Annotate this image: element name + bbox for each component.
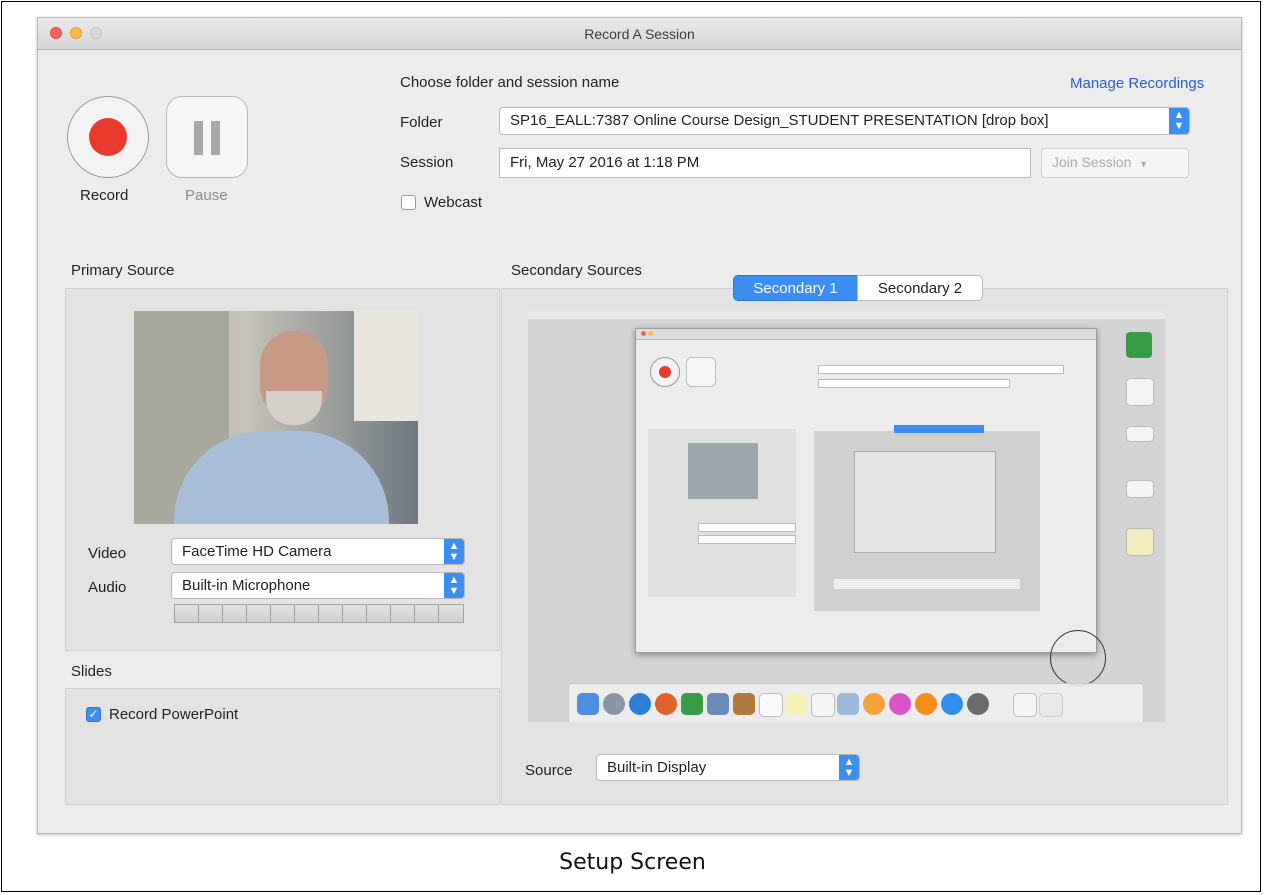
system-preferences-icon: [967, 693, 989, 715]
chevron-down-icon: ▼: [1139, 159, 1149, 169]
itunes-icon: [889, 693, 911, 715]
photos-icon: [863, 693, 885, 715]
reminders-icon: [811, 693, 835, 717]
folder-label: Folder: [400, 114, 443, 131]
session-label: Session: [400, 154, 454, 171]
source-select[interactable]: Built-in Display ▲ ▼: [596, 754, 860, 781]
preview-dock: [568, 683, 1144, 722]
secondary-tabs: Secondary 1 Secondary 2: [733, 275, 983, 301]
preview-menu-bar: [528, 310, 1165, 319]
app-store-icon: [941, 693, 963, 715]
audio-value: Built-in Microphone: [182, 577, 311, 594]
audio-level-meter: [174, 604, 464, 623]
record-powerpoint-label: Record PowerPoint: [109, 706, 239, 723]
audio-select-stepper-icon: ▲ ▼: [444, 573, 464, 598]
preview-icon: [707, 693, 729, 715]
join-session-label: Join Session: [1052, 154, 1132, 170]
session-name-input[interactable]: Fri, May 27 2016 at 1:18 PM: [499, 148, 1031, 178]
safari-icon: [629, 693, 651, 715]
launchpad-icon: [603, 693, 625, 715]
record-icon: [89, 118, 127, 156]
notebook-icon: [733, 693, 755, 715]
video-select-stepper-icon: ▲ ▼: [444, 539, 464, 564]
desktop-file-icon: [1126, 480, 1154, 498]
video-value: FaceTime HD Camera: [182, 543, 332, 560]
notes-icon: [785, 693, 807, 715]
pause-icon: [194, 121, 203, 155]
photo-booth-icon: [837, 693, 859, 715]
source-select-stepper-icon: ▲ ▼: [839, 755, 859, 780]
preview-nested-window: [635, 328, 1097, 653]
choose-folder-heading: Choose folder and session name: [400, 74, 620, 91]
audio-select[interactable]: Built-in Microphone ▲ ▼: [171, 572, 465, 599]
webcast-checkbox[interactable]: [401, 195, 416, 210]
secondary-screen-preview: [528, 310, 1165, 722]
folder-select-stepper-icon: ▲ ▼: [1169, 108, 1189, 134]
pause-button[interactable]: [166, 96, 248, 178]
window-title: Record A Session: [584, 26, 695, 42]
primary-source-heading: Primary Source: [71, 262, 175, 279]
desktop-file-icon: [1126, 378, 1154, 406]
desktop-file-icon: [1126, 528, 1154, 556]
primary-source-panel: Video FaceTime HD Camera ▲ ▼ Audio Built-…: [65, 288, 500, 651]
secondary-sources-heading: Secondary Sources: [511, 262, 642, 279]
tab-secondary-2[interactable]: Secondary 2: [857, 275, 983, 301]
manage-recordings-link[interactable]: Manage Recordings: [1070, 75, 1204, 92]
webcast-label: Webcast: [424, 194, 483, 211]
video-select[interactable]: FaceTime HD Camera ▲ ▼: [171, 538, 465, 565]
folder-value: SP16_EALL:7387 Online Course Design_STUD…: [510, 112, 1049, 129]
tab-secondary-1[interactable]: Secondary 1: [733, 275, 858, 301]
record-button[interactable]: [67, 96, 149, 178]
folder-select[interactable]: SP16_EALL:7387 Online Course Design_STUD…: [499, 107, 1190, 135]
video-label: Video: [88, 545, 127, 562]
camera-preview: [134, 311, 418, 524]
preview-record-icon: [650, 357, 680, 387]
finder-icon: [577, 693, 599, 715]
join-session-button[interactable]: Join Session ▼: [1041, 148, 1189, 178]
slides-panel: ✓ Record PowerPoint: [65, 688, 500, 805]
source-label: Source: [525, 762, 573, 779]
source-value: Built-in Display: [607, 759, 707, 776]
trash-icon: [1039, 693, 1063, 717]
pause-label: Pause: [185, 187, 228, 204]
panopto-icon: [681, 693, 703, 715]
title-bar: Record A Session: [38, 18, 1241, 50]
slides-heading: Slides: [71, 663, 112, 680]
record-label: Record: [80, 187, 129, 204]
calendar-icon: [759, 693, 783, 717]
document-icon: [1013, 693, 1037, 717]
desktop-file-icon: [1126, 426, 1154, 442]
cursor-highlight-icon: [1050, 630, 1106, 686]
firefox-icon: [655, 693, 677, 715]
desktop-file-icon: [1126, 332, 1152, 358]
figure-caption: Setup Screen: [559, 850, 706, 875]
ibooks-icon: [915, 693, 937, 715]
audio-label: Audio: [88, 579, 127, 596]
record-powerpoint-checkbox[interactable]: ✓: [86, 707, 101, 722]
